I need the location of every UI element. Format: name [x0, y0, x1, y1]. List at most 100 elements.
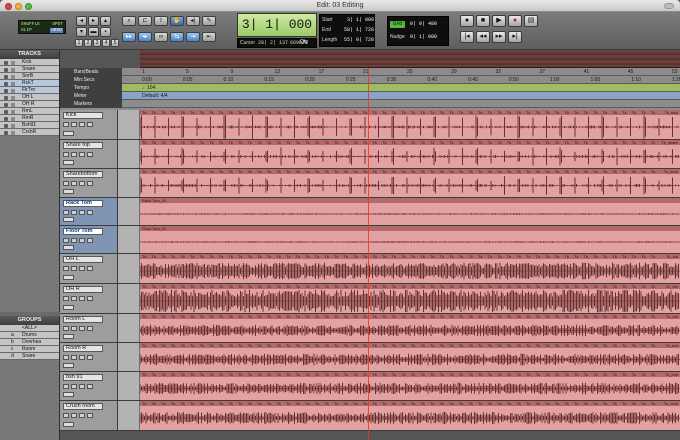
zoom-out-horizontal-button[interactable]: ◂: [76, 16, 87, 26]
track-name[interactable]: Snarebottom: [63, 171, 103, 178]
link-track-button[interactable]: ⇆: [170, 32, 184, 42]
solo-button[interactable]: [71, 210, 77, 215]
track-name[interactable]: Floor Tom: [63, 228, 103, 235]
track-show-icon[interactable]: [4, 89, 8, 93]
record-arm-button[interactable]: [63, 296, 69, 301]
track-view-selector[interactable]: [63, 189, 74, 194]
track-header[interactable]: Floor Tom: [60, 226, 118, 253]
track-list-item[interactable]: CrshR: [0, 129, 59, 136]
mute-button[interactable]: [79, 181, 85, 186]
track-header[interactable]: Snare top: [60, 140, 118, 168]
ruler-row[interactable]: Min:Secs 0:00 0:05 0:10 0:15 0:20 0:25 0:30 0:40…: [60, 76, 680, 84]
input-monitor-button[interactable]: [87, 326, 93, 331]
selector-tool-button[interactable]: I: [154, 16, 168, 26]
toolbar-toggle-button[interactable]: [664, 3, 674, 9]
audio-clip-lane[interactable]: Rack Tom_01: [140, 198, 680, 225]
nudge-value[interactable]: 0| 1| 000: [410, 34, 437, 40]
record-button[interactable]: ●: [508, 15, 522, 27]
track-header[interactable]: Room R: [60, 343, 118, 371]
mute-button[interactable]: [79, 266, 85, 271]
track-header[interactable]: Kick: [60, 110, 118, 139]
track-name[interactable]: OH L: [63, 256, 103, 263]
track-view-selector[interactable]: [63, 305, 74, 310]
zoom-in-button[interactable]: ▾: [76, 27, 87, 37]
track-header[interactable]: Rack Tom: [60, 198, 118, 225]
mute-button[interactable]: [79, 296, 85, 301]
grid-value[interactable]: 0| 0| 480: [410, 21, 437, 27]
grabber-tool-button[interactable]: ✋: [170, 16, 184, 26]
groups-panel-title[interactable]: GROUPS: [0, 316, 59, 325]
solo-button[interactable]: [71, 296, 77, 301]
scrubber-tool-button[interactable]: ◂): [186, 16, 200, 26]
track-name[interactable]: Kick: [63, 112, 103, 119]
solo-button[interactable]: [71, 413, 77, 418]
track-show-icon[interactable]: [4, 131, 8, 135]
track-view-selector[interactable]: [63, 245, 74, 250]
track-header[interactable]: bsh 91: [60, 372, 118, 400]
record-arm-button[interactable]: [63, 384, 69, 389]
online-button[interactable]: ●: [460, 15, 474, 27]
audio-clip-lane[interactable]: Tk Tk Tk Tk Tk Tk Tk Tk Tk Tk Tk Tk Tk Tk Tk Tk Tk Tk Tk Tk…: [140, 169, 680, 197]
solo-button[interactable]: [71, 384, 77, 389]
track-list-item[interactable]: OH R: [0, 101, 59, 108]
track-list-item[interactable]: FlrTm: [0, 87, 59, 94]
track-view-selector[interactable]: [63, 131, 74, 136]
input-monitor-button[interactable]: [87, 181, 93, 186]
audio-clip-lane[interactable]: Floor Tom_01: [140, 226, 680, 253]
solo-button[interactable]: [71, 266, 77, 271]
track-show-icon[interactable]: [4, 75, 8, 79]
track-view-selector[interactable]: [63, 275, 74, 280]
track-list-item[interactable]: OH L: [0, 94, 59, 101]
track-list-item[interactable]: SnrB: [0, 73, 59, 80]
track-show-icon[interactable]: [4, 117, 8, 121]
track-list-item[interactable]: RmR: [0, 115, 59, 122]
mute-button[interactable]: [79, 238, 85, 243]
track-view-selector[interactable]: [63, 392, 74, 397]
input-monitor-button[interactable]: [87, 238, 93, 243]
smart-tool-1-button[interactable]: ▸▸: [122, 32, 136, 42]
nudge-label[interactable]: Nudge: [390, 34, 405, 40]
record-arm-button[interactable]: [63, 266, 69, 271]
edit-mode-selector[interactable]: SHUFFLE SPOT SLIP GRID: [18, 20, 66, 34]
track-list-item[interactable]: Kick: [0, 59, 59, 66]
solo-button[interactable]: [71, 326, 77, 331]
audio-clip-lane[interactable]: Tk Tk Tk Tk Tk Tk Tk Tk Tk Tk Tk Tk Tk Tk Tk Tk Tk Tk Tk Tk…: [140, 140, 680, 168]
audio-clip-lane[interactable]: Tk Tk Tk Tk Tk Tk Tk Tk Tk Tk Tk Tk Tk Tk Tk Tk Tk Tk Tk Tk…: [140, 372, 680, 400]
length-value[interactable]: 55| 0| 728: [344, 37, 374, 43]
main-counter[interactable]: 3| 1| 000: [237, 13, 317, 37]
record-arm-button[interactable]: [63, 326, 69, 331]
link-timeline-button[interactable]: ∞: [154, 32, 168, 42]
track-name[interactable]: Room R: [63, 345, 103, 352]
track-list-item[interactable]: RmL: [0, 108, 59, 115]
record-arm-button[interactable]: [63, 238, 69, 243]
audio-clip-lane[interactable]: Tk Tk Tk Tk Tk Tk Tk Tk Tk Tk Tk Tk Tk Tk Tk Tk Tk Tk Tk Tk…: [140, 401, 680, 430]
track-list-item[interactable]: RckT: [0, 80, 59, 87]
track-name[interactable]: OH R: [63, 286, 103, 293]
track-show-icon[interactable]: [4, 124, 8, 128]
universe-overview[interactable]: [140, 50, 680, 68]
mute-button[interactable]: [79, 413, 85, 418]
zoom-preset-2[interactable]: 2: [84, 39, 92, 47]
mute-button[interactable]: [79, 326, 85, 331]
zoomer-tool-button[interactable]: ⌕: [122, 16, 136, 26]
rewind-button[interactable]: ◂◂: [476, 31, 490, 43]
solo-button[interactable]: [71, 181, 77, 186]
mute-button[interactable]: [79, 152, 85, 157]
group-item[interactable]: d Snare: [0, 353, 59, 360]
audio-clip-lane[interactable]: Tk Tk Tk Tk Tk Tk Tk Tk Tk Tk Tk Tk Tk Tk Tk Tk Tk Tk Tk Tk…: [140, 254, 680, 283]
track-header[interactable]: OH L: [60, 254, 118, 283]
pencil-tool-button[interactable]: ✎: [202, 16, 216, 26]
grid-label[interactable]: Grid: [390, 21, 405, 28]
record-arm-button[interactable]: [63, 181, 69, 186]
ruler-row[interactable]: Markers: [60, 100, 680, 108]
track-show-icon[interactable]: [4, 110, 8, 114]
shuffle-mode[interactable]: SHUFFLE: [21, 22, 40, 27]
input-monitor-button[interactable]: [87, 384, 93, 389]
group-item[interactable]: c Room: [0, 346, 59, 353]
solo-button[interactable]: [71, 122, 77, 127]
input-monitor-button[interactable]: [87, 152, 93, 157]
ruler-row[interactable]: Tempo ♩104: [60, 84, 680, 92]
track-name[interactable]: Crush room: [63, 403, 103, 410]
zoom-vertical-button[interactable]: ▴: [100, 16, 111, 26]
spot-mode[interactable]: SPOT: [52, 22, 63, 27]
